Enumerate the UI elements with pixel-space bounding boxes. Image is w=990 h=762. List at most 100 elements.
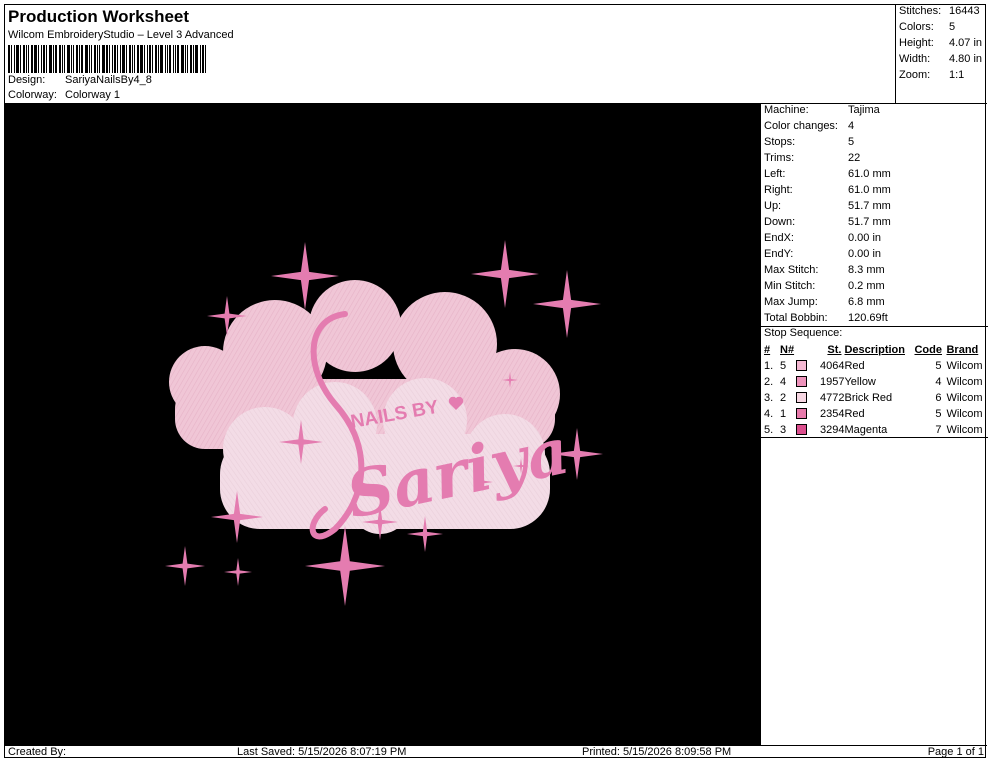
row-needle: 4 [780, 374, 820, 390]
colorway-label: Colorway: [8, 89, 57, 101]
barcode-bar [149, 45, 151, 73]
sparkle-icon [533, 270, 601, 338]
barcode [8, 45, 236, 73]
barcode-bar [167, 45, 168, 73]
barcode-bar [175, 45, 176, 73]
barcode-bar [173, 45, 174, 73]
table-row: 3. 2 4772 Brick Red 6 Wilcom [764, 390, 986, 406]
last-saved: Last Saved: 5/15/2026 8:07:19 PM [237, 746, 407, 758]
info-up: Up: 51.7 mm [764, 200, 891, 212]
info-trims: Trims: 22 [764, 152, 861, 164]
stop-sequence-table: # N# St. Description Code Brand 1. 5 4064 R… [764, 342, 986, 438]
design-preview: NAILS BY Sariya [5, 104, 760, 745]
sparkle-icon [224, 558, 252, 586]
barcode-bar [28, 45, 29, 73]
row-index: 3. [764, 392, 774, 404]
row-code: 5 [935, 408, 942, 420]
design-value: SariyaNailsBy4_8 [65, 74, 152, 86]
row-brand: Wilcom [946, 376, 983, 388]
col-stitches: St. [827, 344, 842, 356]
barcode-bar [55, 45, 57, 73]
stat-colors: Colors: 5 [899, 21, 956, 33]
barcode-bar [46, 45, 47, 73]
barcode-bar [147, 45, 148, 73]
info-max-stitch: Max Stitch: 8.3 mm [764, 264, 885, 276]
row-brand: Wilcom [946, 360, 983, 372]
stop-sequence-title: Stop Sequence: [764, 327, 843, 339]
col-index: # [764, 344, 771, 356]
info-min-stitch: Min Stitch: 0.2 mm [764, 280, 885, 292]
worksheet-header: Production Worksheet Wilcom EmbroiderySt… [5, 5, 895, 104]
barcode-bar [165, 45, 166, 73]
stat-zoom: Zoom: 1:1 [899, 69, 965, 81]
barcode-bar [26, 45, 27, 73]
barcode-bar [64, 45, 65, 73]
barcode-bar [91, 45, 92, 73]
col-description: Description [844, 344, 905, 356]
barcode-bar [20, 45, 21, 73]
barcode-bar [73, 45, 74, 73]
barcode-bar [112, 45, 113, 73]
barcode-bar [23, 45, 25, 73]
barcode-bar [190, 45, 192, 73]
barcode-bar [34, 45, 37, 73]
color-swatch [796, 424, 808, 435]
barcode-bar [137, 45, 139, 73]
barcode-bar [144, 45, 145, 73]
col-needle: N# [780, 344, 795, 356]
table-row: 4. 1 2354 Red 5 Wilcom [764, 406, 986, 422]
software-subtitle: Wilcom EmbroideryStudio – Level 3 Advanc… [8, 29, 234, 41]
row-stitches: 1957 [820, 376, 845, 388]
info-right: Right: 61.0 mm [764, 184, 891, 196]
row-description: Red [844, 360, 865, 372]
row-stitches: 4772 [820, 392, 845, 404]
colorway-value: Colorway 1 [65, 89, 121, 101]
barcode-bar [193, 45, 194, 73]
barcode-bar [53, 45, 54, 73]
barcode-bar [195, 45, 198, 73]
barcode-bar [129, 45, 131, 73]
barcode-bar [16, 45, 19, 73]
row-brand: Wilcom [946, 392, 983, 404]
barcode-bar [94, 45, 96, 73]
barcode-bar [114, 45, 116, 73]
design-stats: Stitches: 16443 Colors: 5 Height: 4.07 in W… [895, 5, 987, 104]
barcode-bar [49, 45, 52, 73]
row-index: 2. [764, 376, 774, 388]
row-index: 1. [764, 360, 774, 372]
barcode-bar [122, 45, 125, 73]
info-stops: Stops: 5 [764, 136, 855, 148]
row-index: 4. [764, 408, 774, 420]
barcode-bar [62, 45, 63, 73]
barcode-bar [202, 45, 204, 73]
production-worksheet: Production Worksheet Wilcom EmbroiderySt… [4, 4, 988, 758]
row-code: 7 [935, 424, 942, 436]
barcode-bar [79, 45, 80, 73]
color-swatch [796, 392, 808, 403]
barcode-bar [205, 45, 206, 73]
info-down: Down: 51.7 mm [764, 216, 891, 228]
barcode-bar [169, 45, 171, 73]
row-brand: Wilcom [946, 424, 983, 436]
barcode-bar [152, 45, 153, 73]
barcode-bar [99, 45, 100, 73]
barcode-bar [106, 45, 108, 73]
barcode-bar [31, 45, 33, 73]
design-label: Design: [8, 74, 46, 86]
row-code: 4 [935, 376, 942, 388]
stat-width: Width: 4.80 in [899, 53, 983, 65]
barcode-bar [181, 45, 184, 73]
barcode-bar [43, 45, 45, 73]
barcode-bar [102, 45, 105, 73]
table-header-row: # N# St. Description Code Brand [764, 342, 986, 358]
barcode-bar [134, 45, 135, 73]
row-description: Brick Red [844, 392, 893, 404]
barcode-bar [140, 45, 143, 73]
row-stitches: 2354 [820, 408, 845, 420]
row-code: 6 [935, 392, 942, 404]
page-title: Production Worksheet [8, 7, 190, 26]
sparkle-icon [471, 240, 539, 308]
barcode-bar [89, 45, 90, 73]
row-brand: Wilcom [946, 408, 983, 420]
barcode-bar [11, 45, 12, 73]
